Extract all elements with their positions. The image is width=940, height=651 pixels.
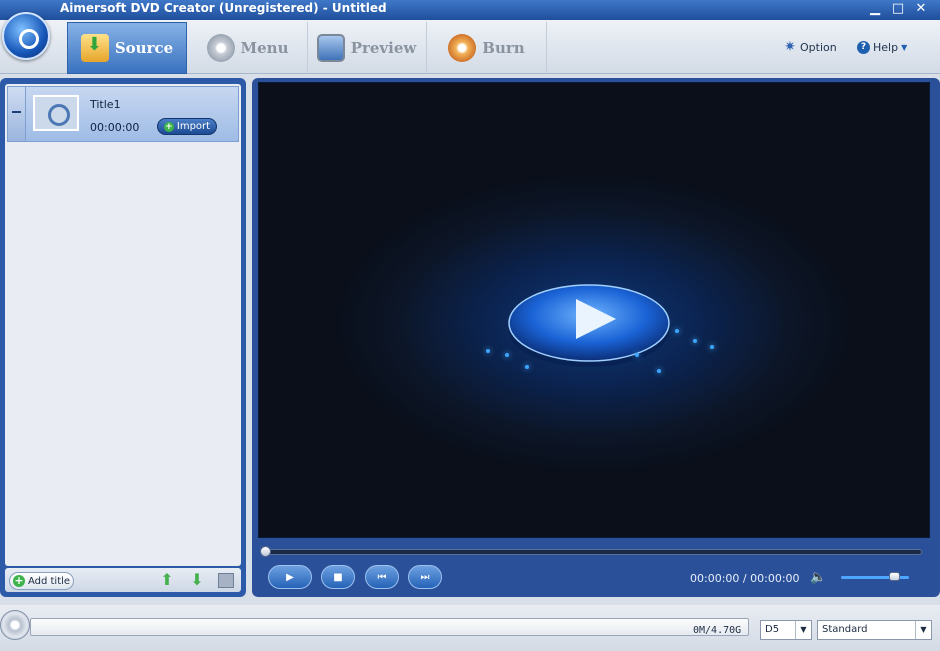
sparkle-dot xyxy=(710,345,714,349)
capacity-bar xyxy=(30,618,749,636)
disc-type-value: D5 xyxy=(765,624,780,635)
collapse-button[interactable] xyxy=(8,87,26,141)
title-bar: Aimersoft DVD Creator (Unregistered) - U… xyxy=(0,0,940,20)
capacity-text: 0M/4.70G xyxy=(693,625,742,636)
merge-icon[interactable] xyxy=(218,573,234,588)
add-title-label: Add title xyxy=(27,575,71,587)
tab-menu-label: Menu xyxy=(240,39,289,57)
window-title: Aimersoft DVD Creator (Unregistered) - U… xyxy=(60,1,387,15)
sparkle-dot xyxy=(675,329,679,333)
video-preview xyxy=(258,82,930,538)
minimize-icon[interactable]: ▁ xyxy=(866,1,884,17)
help-icon: ? xyxy=(857,41,870,54)
tab-preview-label: Preview xyxy=(350,39,417,57)
seek-handle[interactable] xyxy=(260,546,271,557)
tab-preview[interactable]: Preview xyxy=(307,22,427,74)
menu-disc-icon xyxy=(206,34,235,62)
disc-icon xyxy=(0,610,30,640)
title-list-panel: Title1 00:00:00 + Import + Add title ⬆ ⬇ xyxy=(0,78,246,597)
total-time: 00:00:00 xyxy=(750,572,800,585)
move-up-icon[interactable]: ⬆ xyxy=(159,572,175,588)
time-readout: 00:00:00 / 00:00:00 xyxy=(690,572,800,585)
seek-bar[interactable] xyxy=(264,549,922,555)
play-icon: ▶ xyxy=(286,571,294,583)
maximize-icon[interactable]: □ xyxy=(889,1,907,17)
gear-icon: ✷ xyxy=(784,39,796,55)
add-icon: + xyxy=(12,574,25,587)
plus-icon: + xyxy=(163,121,174,132)
sparkle-dot xyxy=(657,369,661,373)
app-logo-icon xyxy=(2,12,50,60)
preview-monitor-icon xyxy=(316,34,345,62)
sparkle-dot xyxy=(486,349,490,353)
time-separator: / xyxy=(742,572,747,585)
chevron-down-icon: ▼ xyxy=(915,621,931,639)
chevron-down-icon: ▼ xyxy=(901,43,908,52)
burn-disc-icon xyxy=(448,34,477,62)
preview-panel: ▶ ■ ⏮ ⏭ 00:00:00 / 00:00:00 🔈 xyxy=(252,78,940,597)
source-import-icon xyxy=(80,34,109,62)
play-button[interactable]: ▶ xyxy=(268,565,312,589)
sparkle-dot xyxy=(525,365,529,369)
title-name: Title1 xyxy=(90,98,121,111)
volume-icon[interactable]: 🔈 xyxy=(810,570,826,585)
list-item[interactable]: Title1 00:00:00 + Import xyxy=(7,86,239,142)
import-button[interactable]: + Import xyxy=(157,118,217,135)
help-label: Help xyxy=(873,41,899,54)
tab-source-label: Source xyxy=(114,39,174,57)
title-duration: 00:00:00 xyxy=(90,121,140,134)
title-thumbnail xyxy=(33,95,79,131)
title-list-footer: + Add title ⬆ ⬇ xyxy=(5,568,241,592)
option-label: Option xyxy=(800,41,837,54)
stop-icon: ■ xyxy=(333,571,343,583)
add-title-button[interactable]: + Add title xyxy=(9,572,74,590)
skip-back-icon: ⏮ xyxy=(377,571,387,583)
volume-handle[interactable] xyxy=(889,572,900,581)
next-button[interactable]: ⏭ xyxy=(408,565,442,589)
close-icon[interactable]: ✕ xyxy=(912,1,930,17)
help-button[interactable]: ? Help ▼ xyxy=(857,41,907,54)
big-play-icon[interactable] xyxy=(508,279,670,369)
disc-type-select[interactable]: D5 ▼ xyxy=(760,620,812,640)
quality-value: Standard xyxy=(822,624,868,635)
tab-source[interactable]: Source xyxy=(67,22,187,74)
import-label: Import xyxy=(176,121,211,132)
skip-forward-icon: ⏭ xyxy=(420,571,430,583)
title-list: Title1 00:00:00 + Import xyxy=(5,84,241,566)
tab-burn[interactable]: Burn xyxy=(427,22,547,74)
previous-button[interactable]: ⏮ xyxy=(365,565,399,589)
quality-select[interactable]: Standard ▼ xyxy=(817,620,932,640)
sparkle-dot xyxy=(505,353,509,357)
tab-burn-label: Burn xyxy=(482,39,525,57)
tab-menu[interactable]: Menu xyxy=(188,22,308,74)
stop-button[interactable]: ■ xyxy=(321,565,355,589)
sparkle-dot xyxy=(635,353,639,357)
status-bar: 0M/4.70G D5 ▼ Standard ▼ xyxy=(0,605,940,651)
chevron-down-icon: ▼ xyxy=(795,621,811,639)
sparkle-dot xyxy=(693,339,697,343)
minus-icon xyxy=(12,111,21,113)
option-button[interactable]: ✷ Option xyxy=(783,39,837,55)
current-time: 00:00:00 xyxy=(690,572,740,585)
move-down-icon[interactable]: ⬇ xyxy=(189,572,205,588)
